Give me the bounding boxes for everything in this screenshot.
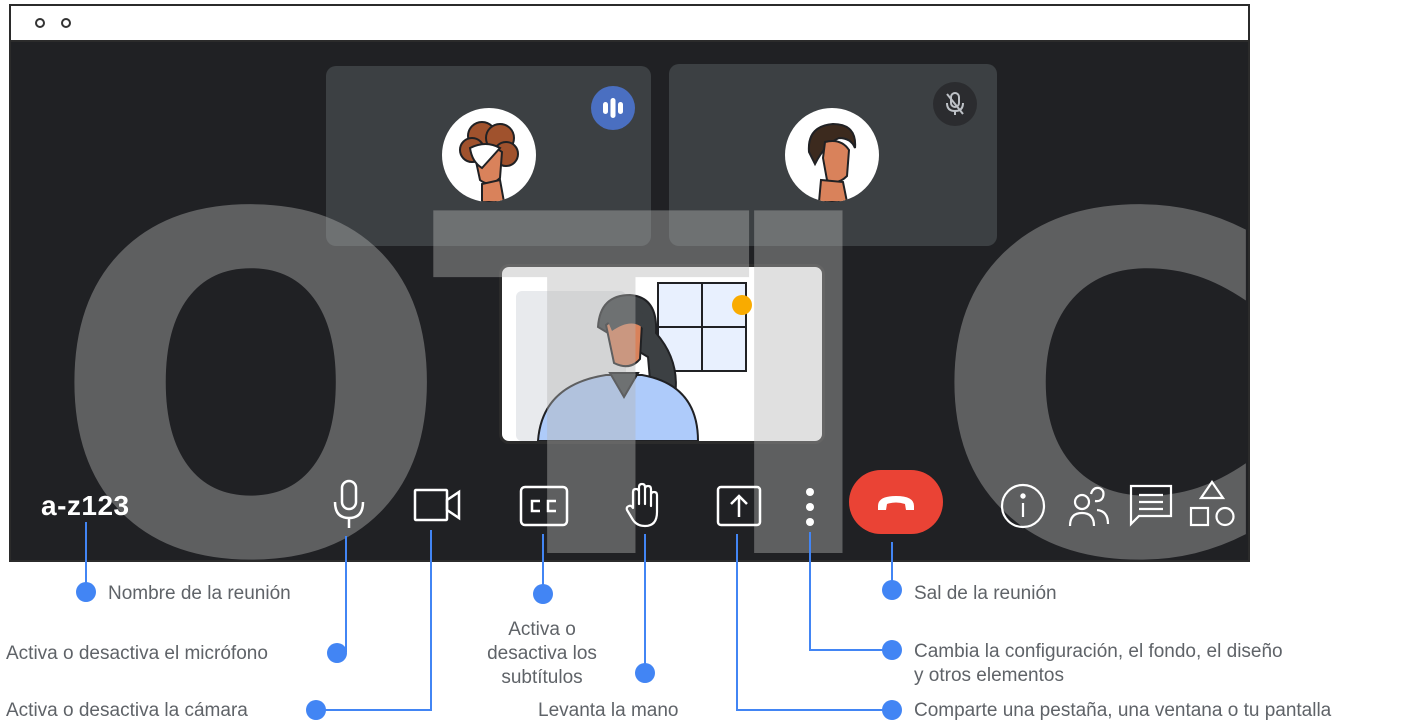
callout-lines <box>76 522 902 720</box>
label-mic: Activa o desactiva el micrófono <box>6 643 268 664</box>
callout-dot <box>327 643 347 663</box>
label-present: Comparte una pestaña, una ventana o tu p… <box>914 700 1332 721</box>
label-settings-line: Cambia la configuración, el fondo, el di… <box>914 641 1283 662</box>
label-leave: Sal de la reunión <box>914 583 1057 604</box>
callout-dot <box>882 640 902 660</box>
label-captions-line: Activa o <box>508 619 576 640</box>
callout-dot <box>635 663 655 683</box>
callout-dot <box>306 700 326 720</box>
label-meeting-name: Nombre de la reunión <box>108 583 291 604</box>
label-settings: Cambia la configuración, el fondo, el di… <box>914 640 1283 688</box>
label-settings-line: y otros elementos <box>914 665 1064 686</box>
label-captions: Activa o desactiva los subtítulos <box>462 618 622 690</box>
callout-dot <box>533 584 553 604</box>
label-camera: Activa o desactiva la cámara <box>6 700 248 721</box>
callout-dot <box>76 582 96 602</box>
label-captions-line: subtítulos <box>501 667 583 688</box>
callout-dot <box>882 700 902 720</box>
label-raise-hand: Levanta la mano <box>538 700 679 721</box>
label-captions-line: desactiva los <box>487 643 597 664</box>
callout-dot <box>882 580 902 600</box>
